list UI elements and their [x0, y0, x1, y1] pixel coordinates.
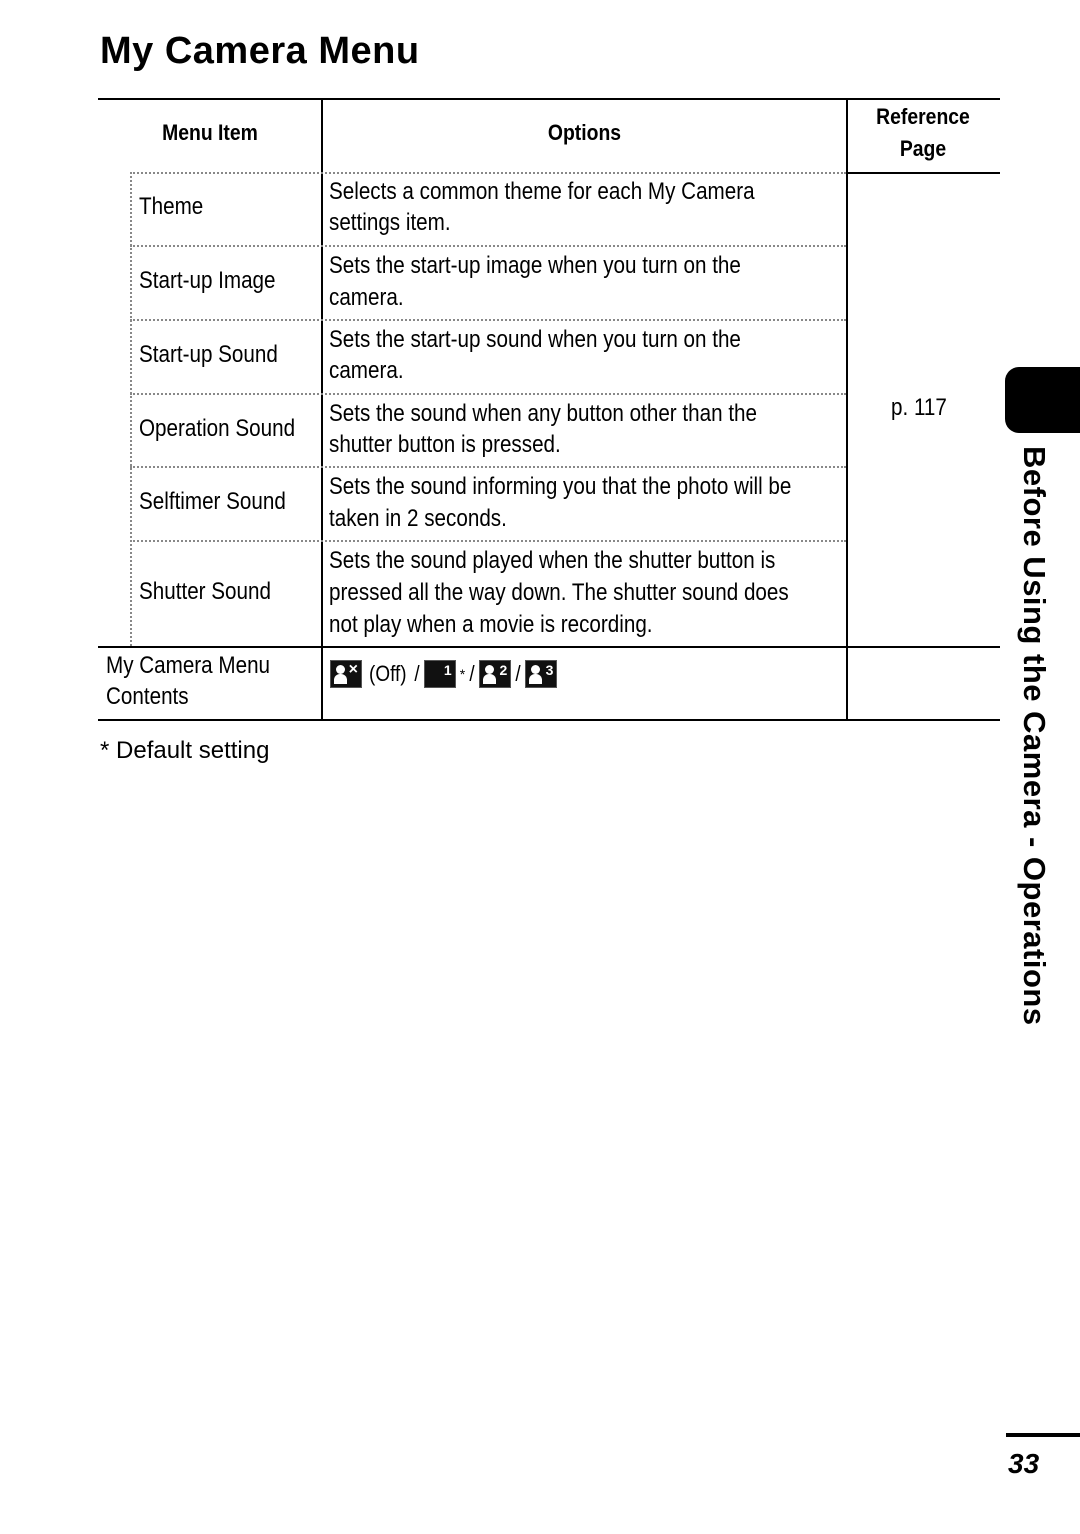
option-text: settings item.: [329, 209, 451, 236]
my-camera-theme-3-icon: 3: [525, 660, 558, 688]
option-text: shutter button is pressed.: [329, 431, 561, 458]
page-number: 33: [1008, 1448, 1040, 1479]
default-marker: *: [459, 666, 466, 682]
menu-item-label: Shutter Sound: [139, 578, 271, 605]
option-text: Sets the start-up sound when you turn on…: [329, 326, 741, 353]
menu-item-label: Theme: [139, 193, 204, 220]
contents-options: × (Off) / 1 * / 2 / 3: [330, 660, 558, 688]
my-camera-theme-2-icon: 2: [479, 660, 512, 688]
my-camera-off-icon: ×: [330, 660, 362, 688]
separator: /: [515, 661, 521, 686]
page-title: My Camera Menu: [100, 30, 420, 72]
header-reference-line2: Page: [899, 136, 947, 161]
separator: /: [469, 661, 475, 686]
row-divider: [130, 393, 846, 395]
option-text: camera.: [329, 357, 404, 384]
option-text: taken in 2 seconds.: [329, 505, 507, 532]
menu-item-label: Start-up Image: [139, 267, 276, 294]
sub-rows-left-border: [130, 172, 132, 646]
row-divider: [130, 245, 846, 247]
page-number-rule: [1006, 1433, 1080, 1437]
option-text: Sets the sound played when the shutter b…: [329, 547, 776, 574]
row-divider: [130, 540, 846, 542]
off-label: (Off): [369, 661, 407, 686]
menu-item-label: My Camera Menu: [106, 652, 271, 679]
footnote: * Default setting: [100, 737, 270, 764]
menu-item-label: Operation Sound: [139, 415, 296, 442]
my-camera-theme-1-icon: 1: [423, 660, 456, 688]
option-text: Sets the start-up image when you turn on…: [329, 252, 741, 279]
header-options: Options: [547, 120, 622, 145]
section-side-label: Before Using the Camera - Operations: [1017, 446, 1052, 1026]
separator: /: [414, 661, 420, 686]
table-bottom-border: [98, 719, 1000, 721]
header-reference-line1: Reference: [876, 104, 970, 129]
col-divider-1: [321, 98, 323, 720]
reference-page: p. 117: [891, 394, 947, 421]
ref-header-border: [847, 172, 1000, 174]
option-text: camera.: [329, 284, 404, 311]
option-text: not play when a movie is recording.: [329, 611, 653, 638]
row-divider: [130, 466, 846, 468]
option-text: Selects a common theme for each My Camer…: [329, 178, 755, 205]
header-menu-item: Menu Item: [162, 120, 258, 145]
option-text: pressed all the way down. The shutter so…: [329, 579, 789, 606]
contents-row-top-border: [98, 646, 1000, 648]
option-text: Sets the sound informing you that the ph…: [329, 473, 792, 500]
section-tab-marker: [1005, 367, 1080, 433]
table-top-border: [98, 98, 1000, 100]
row-divider: [130, 319, 846, 321]
menu-item-label: Selftimer Sound: [139, 488, 286, 515]
row-divider: [130, 172, 846, 174]
menu-item-label: Start-up Sound: [139, 341, 278, 368]
menu-item-label: Contents: [106, 683, 189, 710]
col-divider-2: [846, 98, 848, 720]
option-text: Sets the sound when any button other tha…: [329, 400, 758, 427]
